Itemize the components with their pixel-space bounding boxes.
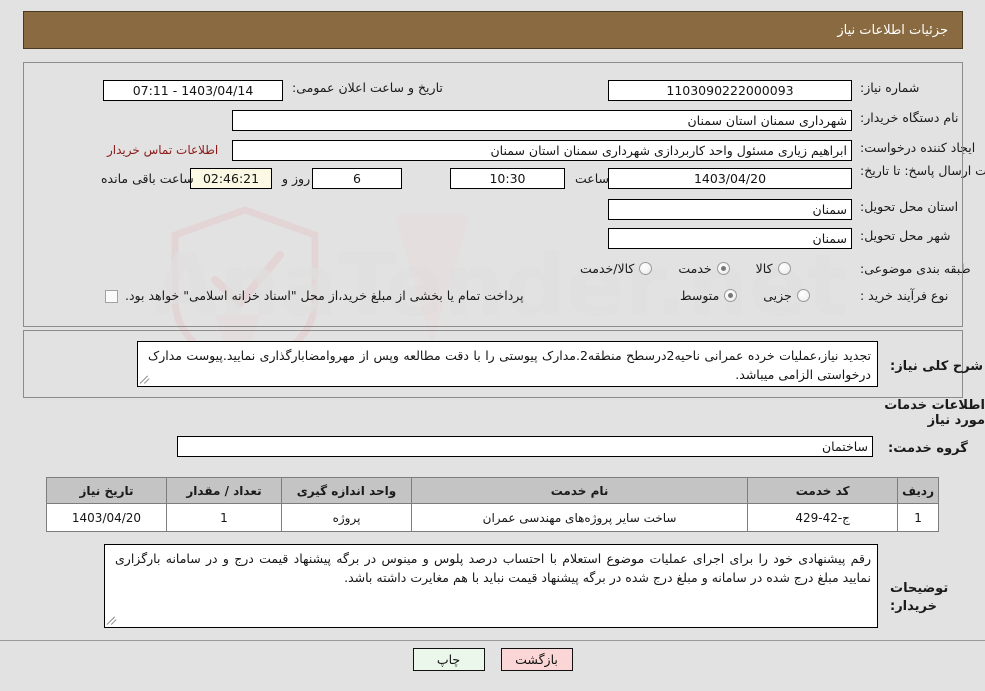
buyer-notes-label: توضیحات خریدار: [890, 581, 949, 614]
service-group-label: گروه خدمت: [888, 441, 968, 456]
resize-handle-icon[interactable] [139, 373, 152, 385]
process-option-motevaset-label: متوسط [680, 288, 720, 303]
buyer-org-field[interactable]: شهرداری سمنان استان سمنان [232, 110, 852, 131]
days-and-label: روز و [282, 171, 311, 186]
table-header-row: ردیف کد خدمت نام خدمت واحد اندازه گیری ت… [46, 477, 939, 504]
time-remaining-field: 02:46:21 [190, 168, 272, 189]
requester-field[interactable]: ابراهیم زیاری مسئول واحد کاربردازی شهردا… [232, 140, 852, 161]
category-option-khedmat-label: خدمت [678, 261, 712, 276]
buyer-notes-text: رقم پیشنهادی خود را برای اجرای عملیات مو… [115, 551, 871, 586]
city-field[interactable]: سمنان [608, 228, 852, 249]
category-option-kala-khedmat[interactable]: کالا/خدمت [580, 261, 653, 276]
footer-button-bar: بازگشت چاپ [0, 648, 985, 671]
radio-icon-khedmat[interactable] [716, 262, 730, 275]
province-field[interactable]: سمنان [608, 199, 852, 220]
deadline-time-field[interactable]: 10:30 [450, 168, 565, 189]
cell-name: ساخت سایر پروژه‌های مهندسی عمران [410, 503, 749, 532]
page-header: جزئیات اطلاعات نیاز [23, 11, 963, 49]
back-button[interactable]: بازگشت [500, 648, 573, 671]
buyer-contact-link[interactable]: اطلاعات تماس خریدار [107, 143, 218, 157]
cell-quantity: 1 [166, 503, 282, 532]
service-group-field[interactable]: ساختمان [177, 436, 873, 457]
description-label: شرح کلی نیاز: [890, 359, 984, 374]
col-header-name: نام خدمت [410, 477, 749, 504]
treasury-checkbox-row[interactable]: پرداخت تمام یا بخشی از مبلغ خرید،از محل … [105, 288, 524, 305]
cell-unit: پروژه [281, 503, 412, 532]
resize-handle-icon-notes[interactable] [106, 614, 119, 626]
radio-icon-kala-khedmat[interactable] [639, 262, 653, 275]
treasury-checkbox-label: پرداخت تمام یا بخشی از مبلغ خرید،از محل … [125, 288, 524, 303]
buyer-notes-textarea[interactable]: رقم پیشنهادی خود را برای اجرای عملیات مو… [104, 544, 878, 628]
radio-icon-kala[interactable] [777, 262, 791, 275]
col-header-unit: واحد اندازه گیری [281, 477, 412, 504]
process-radio-group: جزیی متوسط [680, 288, 810, 303]
radio-icon-jozi[interactable] [796, 289, 810, 302]
checkbox-icon-treasury[interactable] [105, 289, 118, 303]
process-option-jozi[interactable]: جزیی [763, 288, 810, 303]
cell-need-date: 1403/04/20 [46, 503, 167, 532]
col-header-index: ردیف [897, 477, 939, 504]
process-option-motevaset[interactable]: متوسط [680, 288, 738, 303]
description-text: تجدید نیاز،عملیات خرده عمرانی ناحیه2درسط… [148, 348, 872, 383]
col-header-need-date: تاریخ نیاز [46, 477, 167, 504]
print-button[interactable]: چاپ [412, 648, 485, 671]
process-option-jozi-label: جزیی [763, 288, 792, 303]
services-section-title: اطلاعات خدمات مورد نیاز [884, 398, 985, 428]
page-root: جزئیات اطلاعات نیاز AnaTender.net شماره … [0, 0, 985, 691]
page-title: جزئیات اطلاعات نیاز [837, 22, 948, 38]
services-table: ردیف کد خدمت نام خدمت واحد اندازه گیری ت… [46, 477, 939, 532]
description-textarea[interactable]: تجدید نیاز،عملیات خرده عمرانی ناحیه2درسط… [137, 341, 878, 387]
cell-index: 1 [897, 503, 939, 532]
category-option-kala-label: کالا [755, 261, 773, 276]
footer-divider [0, 640, 985, 641]
time-remaining-suffix-label: ساعت باقی مانده [101, 171, 194, 186]
deadline-date-field[interactable]: 1403/04/20 [608, 168, 852, 189]
col-header-quantity: تعداد / مقدار [166, 477, 282, 504]
cell-code: ج-42-429 [747, 503, 899, 532]
category-radio-group: کالا خدمت کالا/خدمت [580, 261, 791, 276]
deadline-hour-label: ساعت [575, 171, 610, 186]
radio-icon-motevaset[interactable] [724, 289, 738, 302]
need-number-field[interactable]: 1103090222000093 [608, 80, 852, 101]
services-table-wrapper: ردیف کد خدمت نام خدمت واحد اندازه گیری ت… [46, 477, 939, 532]
category-option-kala[interactable]: کالا [756, 261, 791, 276]
days-remaining-field[interactable]: 6 [312, 168, 402, 189]
table-row[interactable]: 1 ج-42-429 ساخت سایر پروژه‌های مهندسی عم… [46, 503, 939, 532]
col-header-code: کد خدمت [747, 477, 899, 504]
public-announce-field[interactable]: 1403/04/14 - 07:11 [103, 80, 283, 101]
category-option-khedmat[interactable]: خدمت [678, 261, 730, 276]
category-option-kala-khedmat-label: کالا/خدمت [580, 261, 635, 276]
